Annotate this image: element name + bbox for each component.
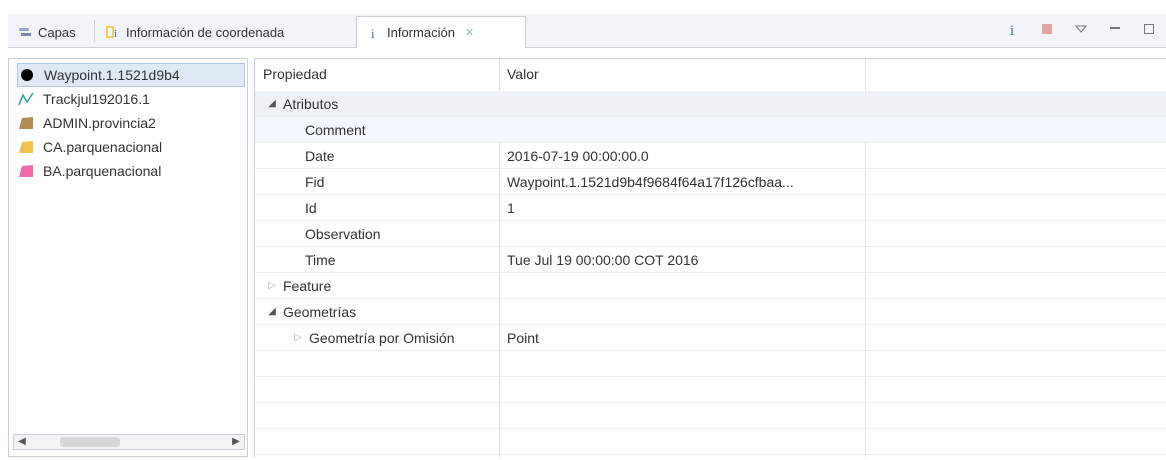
property-value: 1 xyxy=(507,199,515,216)
table-row[interactable]: ▷ Geometría por Omisión Point xyxy=(255,325,1166,351)
svg-text:i: i xyxy=(371,26,375,40)
collapsed-toggle-icon[interactable]: ▷ xyxy=(267,280,277,291)
svg-text:i: i xyxy=(114,28,117,39)
scroll-left-icon[interactable]: ◀ xyxy=(14,435,30,449)
tab-label: Información de coordenada xyxy=(126,24,285,40)
info-icon[interactable]: i xyxy=(1004,20,1022,38)
layers-icon xyxy=(19,28,31,36)
line-layer-icon xyxy=(18,92,34,106)
point-layer-icon xyxy=(21,69,33,81)
table-row[interactable]: Time Tue Jul 19 00:00:00 COT 2016 xyxy=(255,247,1166,273)
table-row[interactable]: ▷ Feature xyxy=(255,273,1166,299)
properties-table: Propiedad Valor ◢ Atributos Comment Date… xyxy=(254,58,1166,458)
polygon-layer-icon xyxy=(19,165,33,177)
property-value: Tue Jul 19 00:00:00 COT 2016 xyxy=(507,251,699,268)
maximize-icon[interactable] xyxy=(1140,20,1158,38)
polygon-layer-icon xyxy=(19,117,33,129)
tab-coordinate-info[interactable]: i Información de coordenada xyxy=(96,16,354,48)
layer-label: Trackjul192016.1 xyxy=(43,91,150,107)
layer-item-ca-parquenacional[interactable]: CA.parquenacional xyxy=(17,135,245,159)
table-row[interactable]: ◢ Atributos xyxy=(255,91,1166,117)
property-name: Atributos xyxy=(283,95,339,112)
scroll-right-icon[interactable]: ▶ xyxy=(228,435,244,449)
property-name: Geometrías xyxy=(283,303,357,320)
empty-row xyxy=(255,351,1166,377)
layers-list-pane: Waypoint.1.1521d9b4 Trackjul192016.1 ADM… xyxy=(8,58,248,457)
layer-item-waypoint[interactable]: Waypoint.1.1521d9b4 xyxy=(17,63,245,87)
column-header-value[interactable]: Valor xyxy=(499,59,865,89)
tab-label: Capas xyxy=(38,24,76,40)
table-row[interactable]: Observation xyxy=(255,221,1166,247)
minimize-icon[interactable] xyxy=(1106,20,1124,38)
property-value xyxy=(507,117,861,142)
property-name: Feature xyxy=(283,277,332,294)
property-name: Date xyxy=(305,147,335,164)
empty-row xyxy=(255,377,1166,403)
polygon-layer-icon xyxy=(19,141,33,153)
expanded-toggle-icon[interactable]: ◢ xyxy=(267,98,277,109)
collapsed-toggle-icon[interactable]: ▷ xyxy=(293,332,303,343)
scroll-thumb[interactable] xyxy=(60,437,120,447)
layer-label: Waypoint.1.1521d9b4 xyxy=(44,67,180,83)
property-value xyxy=(507,221,861,246)
view-toolbar: i xyxy=(1004,20,1158,38)
property-name: Time xyxy=(305,251,336,268)
tab-informacion[interactable]: i Información ✕ xyxy=(356,16,526,48)
empty-row xyxy=(255,403,1166,429)
close-icon[interactable]: ✕ xyxy=(465,26,474,39)
table-row[interactable]: Fid Waypoint.1.1521d9b4f9684f64a17f126cf… xyxy=(255,169,1166,195)
table-row[interactable]: Date 2016-07-19 00:00:00.0 xyxy=(255,143,1166,169)
view-menu-icon[interactable] xyxy=(1072,20,1090,38)
stop-icon[interactable] xyxy=(1038,20,1056,38)
property-value: Waypoint.1.1521d9b4f9684f64a17f126cfbaa.… xyxy=(507,173,794,190)
layer-label: ADMIN.provincia2 xyxy=(43,115,156,131)
table-row[interactable]: Id 1 xyxy=(255,195,1166,221)
layer-label: CA.parquenacional xyxy=(43,139,163,155)
property-value: 2016-07-19 00:00:00.0 xyxy=(507,147,649,164)
coordinate-info-icon: i xyxy=(106,26,117,39)
property-value: Point xyxy=(507,329,539,346)
property-name: Id xyxy=(305,199,317,216)
svg-text:i: i xyxy=(1010,23,1014,37)
tab-separator xyxy=(94,20,95,42)
expanded-toggle-icon[interactable]: ◢ xyxy=(267,306,277,317)
tab-label: Información xyxy=(387,25,455,40)
property-name: Geometría por Omisión xyxy=(309,329,455,346)
view-tab-bar: Capas i Información de coordenada i Info… xyxy=(8,14,1166,48)
tab-capas[interactable]: Capas xyxy=(8,16,94,48)
empty-row xyxy=(255,429,1166,455)
property-name: Observation xyxy=(305,225,381,242)
layer-item-track[interactable]: Trackjul192016.1 xyxy=(17,87,245,111)
property-name: Comment xyxy=(305,121,366,138)
info-icon: i xyxy=(371,26,375,40)
layer-label: BA.parquenacional xyxy=(43,163,162,179)
horizontal-scrollbar[interactable]: ◀ ▶ xyxy=(13,434,245,450)
property-name: Fid xyxy=(305,173,325,190)
table-row[interactable]: ◢ Geometrías xyxy=(255,299,1166,325)
column-header-property[interactable]: Propiedad xyxy=(255,59,499,89)
table-row[interactable]: Comment xyxy=(255,117,1166,143)
layer-item-admin-provincia[interactable]: ADMIN.provincia2 xyxy=(17,111,245,135)
layer-item-ba-parquenacional[interactable]: BA.parquenacional xyxy=(17,159,245,183)
